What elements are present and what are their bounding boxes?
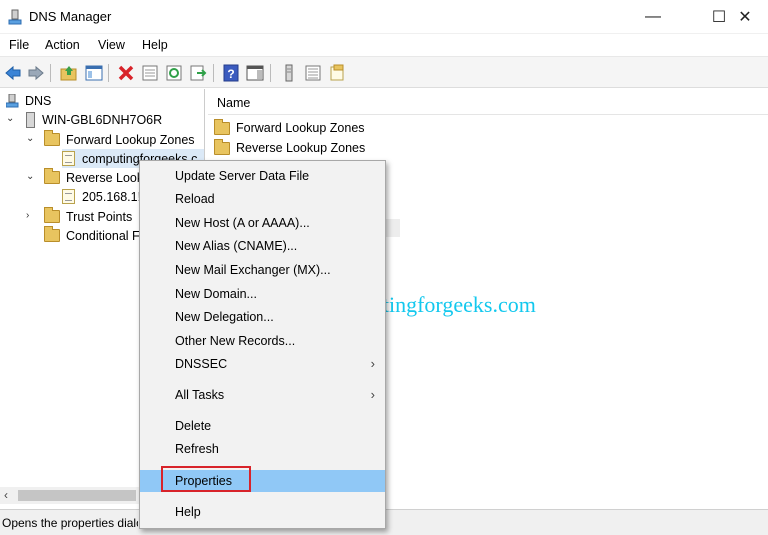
menu-item-delete[interactable]: Delete xyxy=(140,415,385,437)
list-item-label: Reverse Lookup Zones xyxy=(236,141,366,155)
toolbar-separator xyxy=(270,64,271,82)
context-menu: Update Server Data File Reload New Host … xyxy=(139,160,386,529)
help-icon[interactable]: ? xyxy=(222,64,240,82)
status-text: Opens the properties dialog xyxy=(2,516,138,530)
menu-file[interactable]: File xyxy=(9,38,29,52)
tree-item-label: DNS xyxy=(25,93,52,108)
menu-item-new-host[interactable]: New Host (A or AAAA)... xyxy=(140,212,385,234)
menu-item-help[interactable]: Help xyxy=(140,501,385,523)
up-folder-icon[interactable] xyxy=(60,64,78,82)
toolbar-separator xyxy=(50,64,51,82)
tree-item-reverse-zone[interactable]: 205.168.1! xyxy=(62,187,141,206)
tree-item-label: Conditional F xyxy=(66,228,140,243)
menu-bar: File Action View Help xyxy=(0,34,768,56)
background-list-fragment xyxy=(386,219,400,237)
menu-item-new-delegation[interactable]: New Delegation... xyxy=(140,306,385,328)
show-action-pane-icon[interactable] xyxy=(246,64,264,82)
tree-item-label: 205.168.1! xyxy=(82,189,142,204)
svg-text:?: ? xyxy=(227,67,234,81)
scrollbar-thumb[interactable] xyxy=(18,490,136,501)
menu-item-new-mail-exchanger[interactable]: New Mail Exchanger (MX)... xyxy=(140,259,385,281)
menu-item-other-new-records[interactable]: Other New Records... xyxy=(140,330,385,352)
folder-icon xyxy=(44,130,60,146)
tree-item-label: WIN-GBL6DNH7O6R xyxy=(42,112,163,127)
tree-horizontal-scrollbar[interactable]: ‹ xyxy=(0,487,140,504)
tree-item-forward-lookup-zones[interactable]: ⌄ Forward Lookup Zones xyxy=(26,130,195,149)
dns-icon xyxy=(6,93,19,107)
toolbar-separator xyxy=(213,64,214,82)
toolbar-separator xyxy=(108,64,109,82)
refresh-icon[interactable] xyxy=(165,64,183,82)
toolbar: ? xyxy=(0,56,768,88)
list-item-forward-lookup-zones[interactable]: Forward Lookup Zones xyxy=(214,118,365,138)
window-title: DNS Manager xyxy=(29,9,112,24)
submenu-arrow-icon: › xyxy=(370,387,375,402)
menu-item-reload[interactable]: Reload xyxy=(140,188,385,210)
tree-item-dns[interactable]: DNS xyxy=(6,91,51,110)
zone-list-icon[interactable] xyxy=(304,64,322,82)
zone-file-icon xyxy=(62,189,75,204)
back-arrow-icon[interactable] xyxy=(4,64,22,82)
scroll-left-arrow-icon[interactable]: ‹ xyxy=(4,488,8,502)
delete-icon[interactable] xyxy=(117,64,135,82)
folder-icon xyxy=(214,118,230,135)
close-button[interactable]: ✕ xyxy=(722,0,768,34)
properties-icon[interactable] xyxy=(141,64,159,82)
tree-item-label: Forward Lookup Zones xyxy=(66,132,195,147)
chevron-down-icon[interactable]: ⌄ xyxy=(26,171,34,182)
chevron-down-icon[interactable]: ⌄ xyxy=(26,133,34,144)
menu-item-new-domain[interactable]: New Domain... xyxy=(140,283,385,305)
forward-arrow-icon[interactable] xyxy=(27,64,45,82)
menu-item-update-server-data-file[interactable]: Update Server Data File xyxy=(140,165,385,187)
dns-manager-icon xyxy=(8,9,22,25)
chevron-down-icon[interactable]: ⌄ xyxy=(6,113,14,124)
list-item-label: Forward Lookup Zones xyxy=(236,121,365,135)
tree-item-label: Trust Points xyxy=(66,209,133,224)
tree-item-trust-points[interactable]: › Trust Points xyxy=(26,207,132,226)
menu-item-new-alias[interactable]: New Alias (CNAME)... xyxy=(140,235,385,257)
menu-item-refresh[interactable]: Refresh xyxy=(140,438,385,460)
menu-view[interactable]: View xyxy=(98,38,125,52)
menu-action[interactable]: Action xyxy=(45,38,80,52)
properties-callout-box xyxy=(161,466,251,492)
submenu-arrow-icon: › xyxy=(370,356,375,371)
folder-icon xyxy=(44,207,60,223)
folder-icon xyxy=(44,168,60,184)
server-icon xyxy=(26,111,35,128)
column-header: Name xyxy=(208,89,768,115)
menu-help[interactable]: Help xyxy=(142,38,168,52)
tree-item-conditional-forwarders[interactable]: Conditional F xyxy=(44,226,140,245)
server-icon[interactable] xyxy=(280,64,298,82)
minimize-button[interactable]: — xyxy=(630,0,676,34)
zone-file-icon[interactable] xyxy=(328,64,346,82)
tree-item-reverse-lookup-zones[interactable]: ⌄ Reverse Look xyxy=(26,168,143,187)
tree-item-label: Reverse Look xyxy=(66,170,144,185)
chevron-right-icon[interactable]: › xyxy=(26,210,29,221)
menu-item-all-tasks[interactable]: All Tasks › xyxy=(140,384,385,406)
list-item-reverse-lookup-zones[interactable]: Reverse Lookup Zones xyxy=(214,138,365,158)
zone-file-icon xyxy=(62,151,75,166)
menu-item-dnssec[interactable]: DNSSEC › xyxy=(140,353,385,375)
folder-icon xyxy=(214,138,230,155)
column-name-header[interactable]: Name xyxy=(217,96,250,110)
show-console-tree-icon[interactable] xyxy=(85,64,103,82)
folder-icon xyxy=(44,226,60,242)
title-bar: DNS Manager — ☐ ✕ xyxy=(0,0,768,34)
export-list-icon[interactable] xyxy=(189,64,207,82)
tree-item-server[interactable]: ⌄ WIN-GBL6DNH7O6R xyxy=(6,110,162,129)
